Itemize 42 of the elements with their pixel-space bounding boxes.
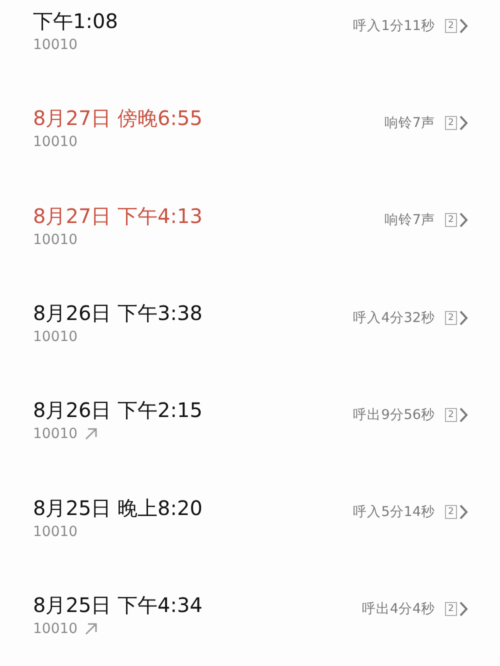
call-time: 8月25日 晚上8:20 (33, 494, 204, 522)
chevron-icon[interactable] (459, 601, 468, 618)
call-detail: 呼入5分14秒 (353, 503, 435, 522)
call-log-item[interactable]: 8月26日 下午2:15 10010 呼出9分56秒 2 (0, 371, 500, 468)
call-detail: 呼出4分4秒 (362, 600, 435, 618)
call-time: 下午1:08 (33, 8, 119, 36)
call-detail: 响铃7声 (384, 114, 435, 132)
call-detail: 呼出9分56秒 (353, 406, 435, 424)
phone-number: 10010 (33, 232, 78, 248)
phone-number: 10010 (33, 524, 78, 540)
call-detail: 呼入4分32秒 (353, 308, 435, 327)
call-log-item[interactable]: 下午1:08 10010 呼入1分11秒 2 (0, 0, 500, 80)
chevron-icon[interactable] (459, 114, 468, 131)
chevron-icon[interactable] (459, 406, 468, 423)
call-time: 8月26日 下午3:38 (33, 300, 204, 328)
sim-badge: 2 (445, 505, 457, 520)
call-log-item[interactable]: 8月27日 下午4:13 10010 响铃7声 2 (0, 176, 500, 274)
call-detail: 呼入1分11秒 (353, 16, 435, 35)
call-log-item[interactable]: 8月26日 下午3:38 10010 呼入4分32秒 2 (0, 274, 500, 372)
sim-badge: 2 (445, 602, 457, 616)
call-log-item[interactable]: 8月25日 晚上8:20 10010 呼入5分14秒 2 (0, 468, 500, 566)
phone-number: 10010 (33, 620, 78, 637)
sim-badge: 2 (445, 116, 457, 130)
chevron-icon[interactable] (459, 212, 468, 228)
call-log-item[interactable]: 8月27日 傍晚6:55 10010 响铃7声 2 (0, 79, 500, 177)
sim-badge: 2 (445, 213, 457, 228)
call-log-item[interactable]: 8月25日 下午4:34 10010 呼出4分4秒 2 (0, 566, 500, 664)
sim-badge: 2 (445, 18, 457, 33)
call-time: 8月26日 下午2:15 (33, 397, 204, 424)
phone-number: 10010 (33, 37, 78, 54)
sim-badge: 2 (445, 310, 457, 325)
call-detail: 响铃7声 (384, 211, 435, 230)
phone-number: 10010 (33, 134, 78, 150)
chevron-icon[interactable] (459, 18, 468, 34)
phone-number: 10010 (33, 426, 78, 442)
chevron-icon[interactable] (459, 504, 468, 520)
phone-number: 10010 (33, 329, 78, 346)
call-time: 8月27日 下午4:13 (33, 202, 204, 230)
call-time: 8月27日 傍晚6:55 (33, 105, 204, 132)
sim-badge: 2 (445, 408, 457, 422)
call-time: 8月25日 下午4:34 (33, 592, 204, 619)
chevron-icon[interactable] (459, 310, 468, 326)
